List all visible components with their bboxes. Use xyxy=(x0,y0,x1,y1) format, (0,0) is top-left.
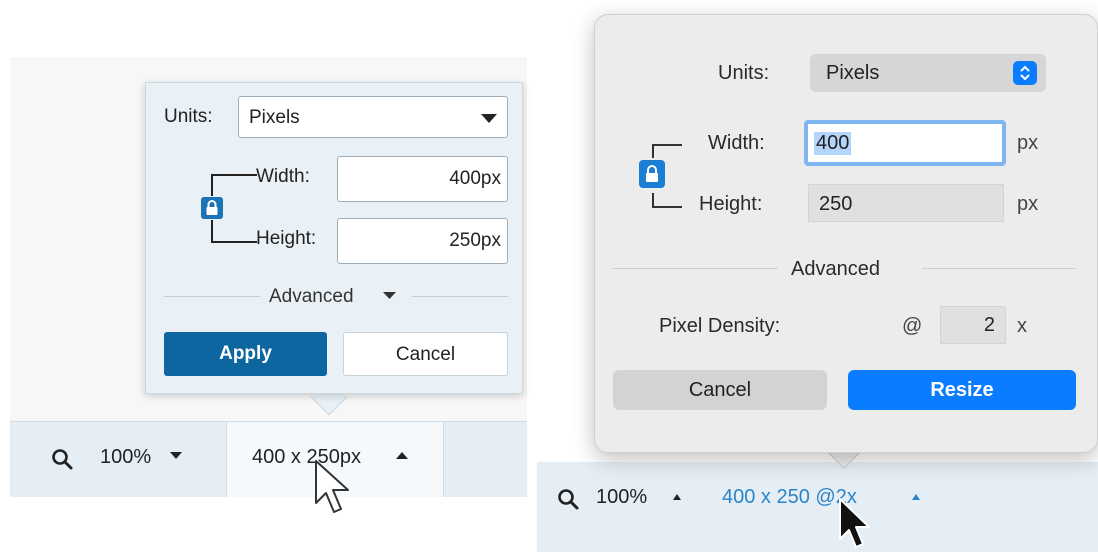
height-input[interactable]: 250 xyxy=(808,184,1004,222)
units-select-value: Pixels xyxy=(249,107,300,128)
height-input[interactable]: 250px xyxy=(337,218,508,264)
advanced-divider-right xyxy=(922,268,1076,269)
chevron-up-icon[interactable] xyxy=(673,494,681,500)
chevron-down-icon[interactable] xyxy=(170,452,182,460)
zoom-level[interactable]: 100% xyxy=(596,486,647,509)
units-select-value: Pixels xyxy=(826,62,880,84)
dimensions-label[interactable]: 400 x 250 @2x xyxy=(722,486,857,509)
lock-bracket-top xyxy=(211,174,257,176)
advanced-divider-right xyxy=(412,296,508,297)
advanced-divider-left xyxy=(164,296,260,297)
cancel-button[interactable]: Cancel xyxy=(613,370,827,410)
pixel-density-at: @ xyxy=(902,315,923,337)
select-stepper-icon xyxy=(1013,61,1037,85)
height-label: Height: xyxy=(256,228,317,249)
mouse-cursor-icon xyxy=(315,460,349,513)
lock-bracket-bottom-vertical xyxy=(211,220,213,242)
resize-button[interactable]: Resize xyxy=(848,370,1076,410)
mouse-cursor-icon xyxy=(839,498,870,548)
height-label: Height: xyxy=(699,193,763,215)
lock-bracket-bottom xyxy=(211,241,257,243)
chevron-up-icon[interactable] xyxy=(396,452,408,460)
lock-bracket-bottom-vertical xyxy=(652,193,654,207)
units-select[interactable]: Pixels xyxy=(810,54,1046,92)
units-label: Units: xyxy=(164,106,213,127)
pixel-density-input[interactable]: 2 xyxy=(940,306,1006,344)
lock-icon[interactable] xyxy=(639,160,665,188)
lock-bracket-top-vertical xyxy=(211,174,213,196)
advanced-section-label: Advanced xyxy=(791,258,880,280)
zoom-level[interactable]: 100% xyxy=(100,446,151,469)
search-icon[interactable] xyxy=(50,447,74,471)
search-icon[interactable] xyxy=(556,487,580,511)
width-input[interactable]: 400 xyxy=(804,120,1006,166)
lock-bracket-top-vertical xyxy=(652,144,654,158)
advanced-divider-left xyxy=(612,268,778,269)
height-unit: px xyxy=(1017,193,1039,215)
chevron-down-icon xyxy=(481,114,497,123)
chevron-up-icon[interactable] xyxy=(912,494,920,500)
units-select[interactable]: Pixels xyxy=(238,96,508,138)
height-input-value: 250 xyxy=(819,193,853,215)
chevron-down-icon[interactable] xyxy=(383,292,396,300)
width-label: Width: xyxy=(256,166,310,187)
advanced-toggle[interactable]: Advanced xyxy=(269,286,354,308)
lock-bracket-bottom xyxy=(652,206,682,208)
units-label: Units: xyxy=(718,62,770,84)
width-input[interactable]: 400px xyxy=(337,156,508,202)
lock-icon[interactable] xyxy=(201,197,223,219)
width-unit: px xyxy=(1017,132,1039,154)
apply-button[interactable]: Apply xyxy=(164,332,327,376)
pixel-density-unit: x xyxy=(1017,315,1027,337)
cancel-button[interactable]: Cancel xyxy=(343,332,508,376)
width-input-value: 400 xyxy=(814,132,852,155)
lock-bracket-top xyxy=(652,144,682,146)
pixel-density-label: Pixel Density: xyxy=(659,315,781,337)
width-label: Width: xyxy=(708,132,765,154)
